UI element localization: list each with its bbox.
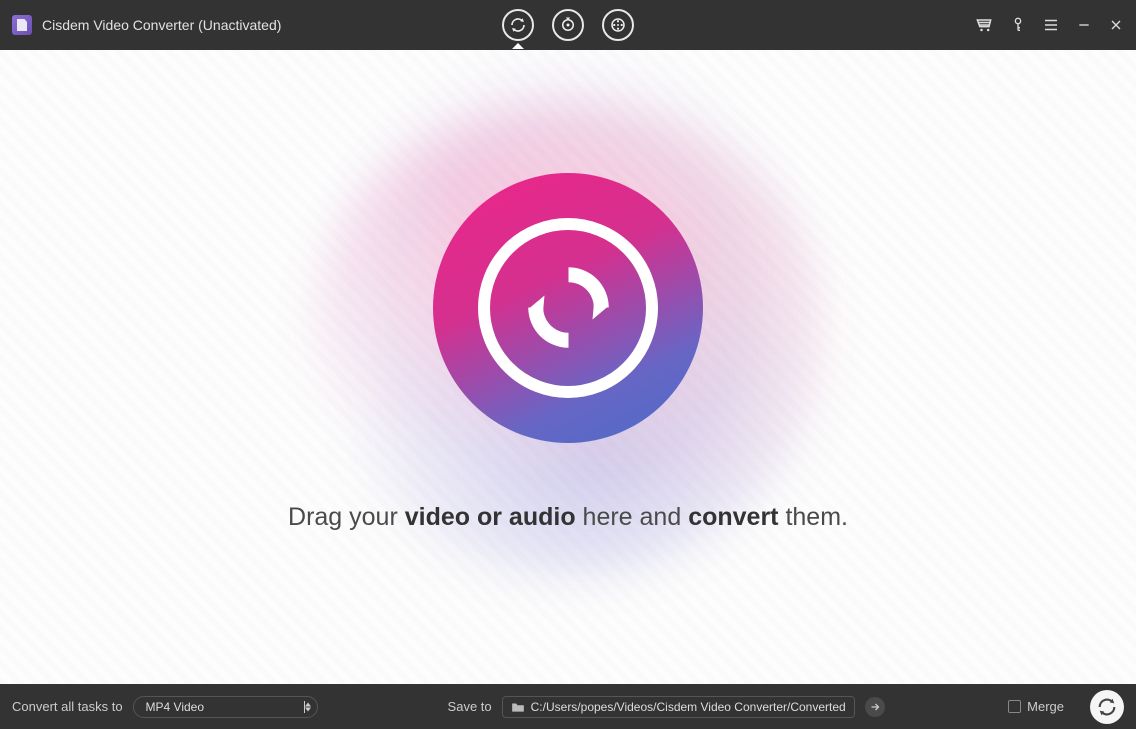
titlebar-right <box>974 15 1124 35</box>
cycle-arrows-icon <box>511 250 626 365</box>
convert-start-icon <box>1096 696 1118 718</box>
app-title: Cisdem Video Converter (Unactivated) <box>42 17 281 33</box>
hamburger-icon <box>1042 16 1060 34</box>
cart-button[interactable] <box>974 15 994 35</box>
convert-graphic <box>433 173 703 443</box>
cart-icon <box>974 15 994 35</box>
bottombar: Convert all tasks to MP4 Video Save to C… <box>0 684 1136 729</box>
folder-icon <box>511 701 525 713</box>
merge-checkbox[interactable] <box>1008 700 1021 713</box>
download-mode-button[interactable] <box>552 9 584 41</box>
start-convert-button[interactable] <box>1090 690 1124 724</box>
convert-all-label: Convert all tasks to <box>12 699 123 714</box>
arrow-right-icon <box>869 701 881 713</box>
drag-instruction: Drag your video or audio here and conver… <box>288 503 848 532</box>
minimize-button[interactable] <box>1076 17 1092 33</box>
merge-label: Merge <box>1027 699 1064 714</box>
disc-download-icon <box>559 16 577 34</box>
drop-area[interactable]: Drag your video or audio here and conver… <box>0 50 1136 684</box>
drag-text-mid: here and <box>576 503 689 531</box>
key-icon <box>1010 16 1026 34</box>
save-path-field[interactable]: C:/Users/popes/Videos/Cisdem Video Conve… <box>502 696 855 718</box>
drag-text-prefix: Drag your <box>288 503 405 531</box>
select-arrows-icon <box>305 702 311 711</box>
convert-icon <box>509 16 527 34</box>
drag-text-bold1: video or audio <box>405 503 576 531</box>
save-path-value: C:/Users/popes/Videos/Cisdem Video Conve… <box>531 700 846 714</box>
close-icon <box>1108 17 1124 33</box>
drag-text-bold2: convert <box>688 503 778 531</box>
merge-option: Merge <box>1008 699 1064 714</box>
titlebar: Cisdem Video Converter (Unactivated) <box>0 0 1136 50</box>
film-reel-icon <box>609 16 627 34</box>
output-format-value: MP4 Video <box>146 700 204 714</box>
drag-text-suffix: them. <box>779 503 848 531</box>
open-folder-button[interactable] <box>865 697 885 717</box>
app-logo-icon <box>12 15 32 35</box>
convert-mode-button[interactable] <box>502 9 534 41</box>
close-button[interactable] <box>1108 17 1124 33</box>
menu-button[interactable] <box>1042 16 1060 34</box>
rip-mode-button[interactable] <box>602 9 634 41</box>
save-to-label: Save to <box>448 699 492 714</box>
minimize-icon <box>1076 17 1092 33</box>
convert-graphic-ring <box>478 218 658 398</box>
mode-switcher <box>502 0 634 50</box>
output-format-select[interactable]: MP4 Video <box>133 696 318 718</box>
titlebar-left: Cisdem Video Converter (Unactivated) <box>12 15 281 35</box>
key-button[interactable] <box>1010 16 1026 34</box>
